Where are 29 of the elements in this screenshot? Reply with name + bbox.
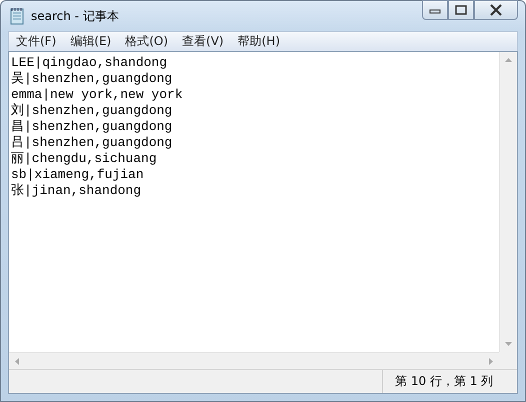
text-line: 昌|shenzhen,guangdong <box>11 119 172 135</box>
left-arrow-icon <box>15 358 19 364</box>
text-line: 吴|shenzhen,guangdong <box>11 71 172 87</box>
text-line: 丽|chengdu,sichuang <box>11 151 157 167</box>
right-arrow-icon <box>489 358 493 364</box>
minimize-button[interactable] <box>422 0 448 20</box>
cursor-position: 第 10 行，第 1 列 <box>394 373 494 390</box>
text-line: sb|xiameng,fujian <box>11 167 144 183</box>
vertical-scrollbar[interactable] <box>499 52 517 352</box>
text-line: 张|jinan,shandong <box>11 183 142 199</box>
maximize-icon <box>455 5 467 15</box>
maximize-button[interactable] <box>448 0 474 20</box>
horizontal-scrollbar[interactable] <box>9 352 499 369</box>
text-line: 吕|shenzhen,guangdong <box>11 135 172 151</box>
menu-item[interactable]: 文件(F) <box>9 33 64 50</box>
close-button[interactable] <box>474 0 518 20</box>
up-arrow-icon <box>505 58 512 62</box>
notepad-icon <box>9 7 25 25</box>
close-icon <box>489 4 503 16</box>
text-line: 刘|shenzhen,guangdong <box>11 103 172 119</box>
text-line: LEE|qingdao,shandong <box>11 55 168 71</box>
text-line: emma|new york,new york <box>11 87 183 103</box>
menu-item[interactable]: 格式(O) <box>118 33 176 50</box>
menu-item[interactable]: 帮助(H) <box>230 33 287 50</box>
text-area[interactable]: LEE|qingdao,shandong 吴|shenzhen,guangdong emma|new york,new york 刘|shenzhen,guangdong 昌|shenzhen,guangdong 吕|shenzhen,guangdong 丽|chengdu,sichuang sb|xiameng,fujian 张|jinan,shandong <box>9 52 499 352</box>
window-title: search - 记事本 <box>31 8 120 24</box>
menu-item[interactable]: 查看(V) <box>175 33 231 50</box>
menu-item[interactable]: 编辑(E) <box>63 33 118 50</box>
down-arrow-icon <box>505 342 512 346</box>
